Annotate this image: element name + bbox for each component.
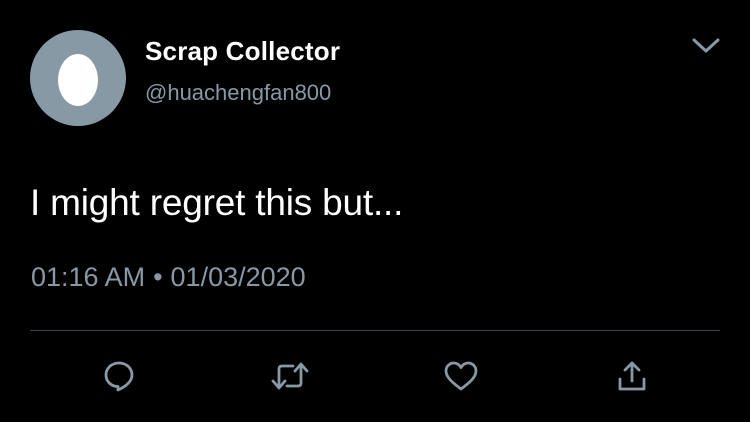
like-button[interactable] <box>441 356 481 396</box>
share-icon <box>618 361 646 391</box>
share-button[interactable] <box>612 356 652 396</box>
tweet-timestamp: 01:16 AM • 01/03/2020 <box>31 262 306 293</box>
timestamp-separator: • <box>153 262 163 292</box>
tweet-card: Scrap Collector @huachengfan800 I might … <box>0 0 750 422</box>
chevron-down-icon <box>692 38 720 53</box>
reply-button[interactable] <box>99 356 139 396</box>
egg-avatar-icon <box>58 54 98 106</box>
display-name[interactable]: Scrap Collector <box>145 36 340 67</box>
reply-icon <box>104 361 134 392</box>
tweet-date: 01/03/2020 <box>170 262 306 292</box>
tweet-text: I might regret this but... <box>30 182 404 223</box>
retweet-button[interactable] <box>270 356 310 396</box>
retweet-icon <box>271 362 309 390</box>
user-handle[interactable]: @huachengfan800 <box>145 80 331 106</box>
tweet-time: 01:16 AM <box>31 262 146 292</box>
tweet-menu-button[interactable] <box>686 30 726 62</box>
divider <box>30 330 720 331</box>
avatar[interactable] <box>30 30 126 126</box>
like-icon <box>444 361 478 391</box>
